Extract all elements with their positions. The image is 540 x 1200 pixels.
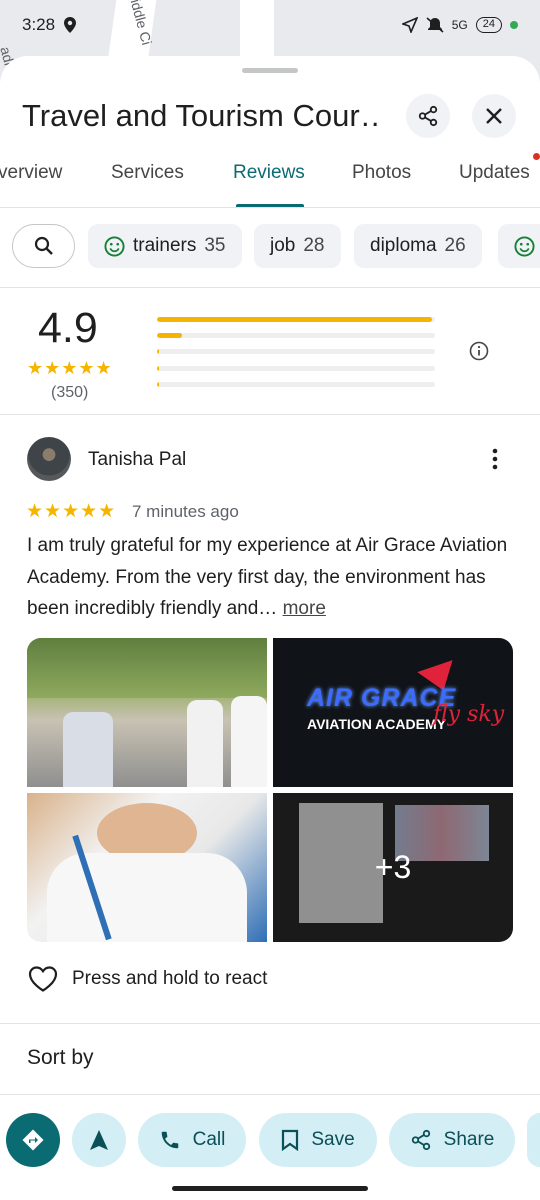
review-time: 7 minutes ago bbox=[132, 502, 239, 521]
avatar[interactable] bbox=[27, 437, 71, 481]
share-icon bbox=[411, 1129, 430, 1151]
more-actions-partial-button[interactable] bbox=[527, 1113, 540, 1167]
home-indicator[interactable] bbox=[172, 1186, 368, 1191]
rating-info-button[interactable] bbox=[469, 341, 489, 366]
rating-count: (350) bbox=[51, 384, 89, 401]
review-text: I am truly grateful for my experience at… bbox=[27, 530, 517, 625]
rating-bar-fill bbox=[157, 333, 183, 338]
divider bbox=[0, 287, 540, 288]
chip-label: trainers bbox=[133, 235, 197, 256]
status-time: 3:28 bbox=[22, 15, 56, 34]
photo-trees bbox=[27, 638, 267, 698]
tab-overview[interactable]: verview bbox=[0, 162, 62, 184]
review-photo[interactable]: +3 bbox=[273, 793, 513, 942]
rating-bar-5 bbox=[157, 317, 435, 322]
logo-script: fly sky bbox=[433, 702, 505, 727]
tab-bar: verview Services Reviews Photos Updates bbox=[0, 154, 540, 208]
mute-bell-icon bbox=[426, 17, 444, 33]
review-topic-chips: trainers 35 job 28 diploma 26 bbox=[0, 224, 540, 270]
divider bbox=[0, 1023, 540, 1024]
rating-bar-fill bbox=[157, 317, 433, 322]
smiley-icon bbox=[514, 235, 535, 257]
battery-level: 24 bbox=[475, 17, 502, 33]
chip-count: 35 bbox=[204, 235, 226, 256]
tab-services[interactable]: Services bbox=[111, 162, 184, 184]
review-photo[interactable] bbox=[27, 793, 267, 942]
average-rating-stars: ★★★★★ bbox=[27, 358, 113, 378]
chip-label: diploma bbox=[370, 235, 437, 256]
rating-bar-3 bbox=[157, 349, 435, 354]
title-row: Travel and Tourism Cour… bbox=[22, 86, 520, 146]
smiley-icon bbox=[104, 235, 125, 257]
search-icon bbox=[34, 236, 53, 255]
close-icon bbox=[486, 108, 502, 124]
rating-bar-2 bbox=[157, 366, 435, 371]
active-tab-indicator bbox=[236, 204, 304, 207]
tab-reviews[interactable]: Reviews bbox=[233, 162, 305, 184]
save-label: Save bbox=[311, 1129, 355, 1150]
info-icon bbox=[469, 341, 489, 361]
photo-shirt bbox=[47, 853, 247, 942]
review-photo[interactable] bbox=[27, 638, 267, 787]
navigation-arrow-icon bbox=[401, 17, 418, 33]
more-link[interactable]: more bbox=[283, 598, 326, 619]
drag-handle[interactable] bbox=[242, 68, 298, 73]
action-bar: Call Save Share bbox=[0, 1094, 540, 1184]
phone-icon bbox=[161, 1131, 178, 1149]
review-photos: AIR GRACE AVIATION ACADEMY fly sky +3 bbox=[27, 638, 513, 942]
chip-count: 28 bbox=[303, 235, 325, 256]
review-stars: ★★★★★ bbox=[26, 501, 117, 522]
privacy-dot-icon bbox=[510, 21, 518, 29]
photo-person bbox=[231, 696, 267, 787]
divider bbox=[0, 414, 540, 415]
chip-job[interactable]: job 28 bbox=[254, 224, 341, 268]
place-title: Travel and Tourism Cour… bbox=[22, 98, 382, 133]
navigation-arrow-icon bbox=[90, 1130, 108, 1150]
chip-count: 26 bbox=[444, 235, 466, 256]
tab-updates[interactable]: Updates bbox=[459, 162, 530, 184]
location-pin-icon bbox=[64, 17, 77, 33]
chip-diploma[interactable]: diploma 26 bbox=[354, 224, 482, 268]
call-label: Call bbox=[192, 1129, 226, 1150]
save-button[interactable]: Save bbox=[259, 1113, 377, 1167]
tab-photos[interactable]: Photos bbox=[352, 162, 411, 184]
share-button[interactable] bbox=[406, 94, 450, 138]
updates-notification-dot bbox=[533, 153, 540, 160]
status-bar: 3:28 5G 24 bbox=[0, 0, 540, 50]
network-type: 5G bbox=[451, 18, 468, 32]
chip-label: job bbox=[270, 235, 296, 256]
rating-bar-1 bbox=[157, 382, 435, 387]
call-button[interactable]: Call bbox=[138, 1113, 246, 1167]
start-navigation-button[interactable] bbox=[72, 1113, 126, 1167]
rating-bar-4 bbox=[157, 333, 435, 338]
directions-button[interactable] bbox=[6, 1113, 60, 1167]
close-button[interactable] bbox=[472, 94, 516, 138]
react-label: Press and hold to react bbox=[72, 968, 268, 989]
photo-person bbox=[187, 700, 223, 787]
share-icon bbox=[418, 105, 438, 127]
chip-next-partial[interactable] bbox=[498, 224, 540, 268]
directions-icon bbox=[22, 1129, 44, 1151]
review-body: I am truly grateful for my experience at… bbox=[27, 535, 508, 619]
share-label: Share bbox=[443, 1129, 495, 1150]
kebab-menu-icon bbox=[492, 448, 498, 470]
more-photos-count[interactable]: +3 bbox=[273, 793, 513, 942]
sort-by-button[interactable]: Sort by bbox=[27, 1046, 94, 1070]
review-photo[interactable]: AIR GRACE AVIATION ACADEMY fly sky bbox=[273, 638, 513, 787]
rating-bar-fill bbox=[157, 366, 160, 371]
average-rating: 4.9 bbox=[38, 304, 98, 352]
react-row[interactable]: Press and hold to react bbox=[28, 965, 267, 993]
reviewer-name[interactable]: Tanisha Pal bbox=[88, 449, 186, 471]
photo-person bbox=[63, 712, 113, 787]
review-more-options-button[interactable] bbox=[487, 447, 503, 476]
rating-bar-fill bbox=[157, 349, 160, 354]
chip-trainers[interactable]: trainers 35 bbox=[88, 224, 242, 268]
review-search-button[interactable] bbox=[12, 224, 75, 268]
share-place-button[interactable]: Share bbox=[389, 1113, 515, 1167]
bookmark-icon bbox=[282, 1129, 299, 1151]
heart-icon bbox=[28, 966, 58, 992]
logo-sub: AVIATION ACADEMY bbox=[307, 716, 446, 732]
rating-bar-fill bbox=[157, 382, 160, 387]
